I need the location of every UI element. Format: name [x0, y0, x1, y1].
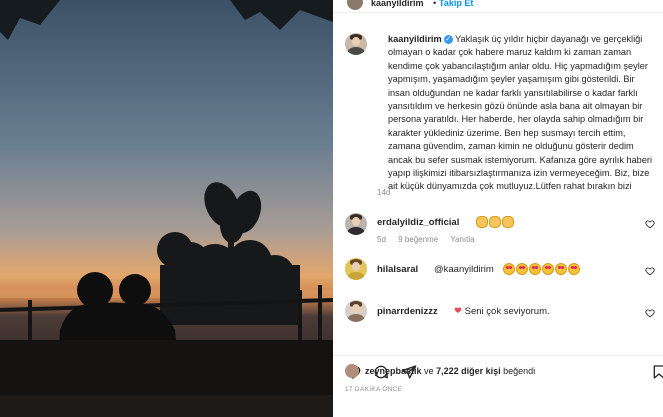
- comment-emojis: [503, 263, 581, 276]
- sunset-photo-illustration: [0, 0, 333, 417]
- comment-username[interactable]: erdalyildiz_official: [377, 217, 459, 228]
- posted-time[interactable]: 17 DAKİKA ÖNCE: [345, 386, 402, 393]
- comment-meta: 5d 9 beğenme Yanıtla: [377, 235, 485, 244]
- liked-connector: ve: [424, 366, 434, 376]
- clapping-hands-emoji-icon: [489, 216, 501, 228]
- post-caption: kaanyildirim ✓ Yaklaşık üç yıldır hiçbir …: [388, 33, 658, 194]
- comment-avatar[interactable]: [345, 258, 367, 280]
- comment-emojis: [476, 216, 515, 229]
- post-header: kaanyildirim • Takip Et: [333, 0, 663, 13]
- comment-avatar[interactable]: [345, 300, 367, 322]
- caption-text: Yaklaşık üç yıldır hiçbir dayanağı ve ge…: [388, 34, 653, 192]
- comment-like-icon[interactable]: [645, 219, 655, 229]
- comment-likes[interactable]: 9 beğenme: [398, 235, 438, 244]
- reply-button[interactable]: Yanıtla: [450, 235, 474, 244]
- comment-text: Seni çok seviyorum.: [464, 306, 550, 317]
- heart-eyes-emoji-icon: [503, 263, 515, 275]
- heart-eyes-emoji-icon: [516, 263, 528, 275]
- liker-avatar[interactable]: [345, 364, 359, 378]
- caption-time[interactable]: 14d: [377, 188, 390, 197]
- comment-text-wrapper: Seni çok seviyorum.: [451, 306, 550, 317]
- comment-item: pinarrdenizzz Seni çok seviyorum.: [333, 300, 663, 340]
- follow-button[interactable]: Takip Et: [439, 0, 473, 8]
- liked-suffix: beğendi: [503, 366, 536, 376]
- heart-eyes-emoji-icon: [555, 263, 567, 275]
- post-photo[interactable]: [0, 0, 333, 417]
- comment-like-icon[interactable]: [645, 266, 655, 276]
- comment-username[interactable]: hilalsaral: [377, 264, 418, 275]
- liked-by-row: zeynepbastik ve 7,222 diğer kişi beğendi: [345, 364, 663, 380]
- comment-avatar[interactable]: [345, 213, 367, 235]
- comment-item: erdalyildiz_official 5d 9 beğenme Yanıtl…: [333, 213, 663, 253]
- verified-badge-icon: ✓: [443, 35, 453, 45]
- post-detail-panel: kaanyildirim • Takip Et kaanyildirim ✓ Ya…: [333, 0, 663, 417]
- separator-dot: •: [433, 0, 437, 8]
- liked-others-count[interactable]: 7,222 diğer kişi: [436, 366, 501, 376]
- liker-username[interactable]: zeynepbastik: [365, 366, 422, 376]
- heart-eyes-emoji-icon: [529, 263, 541, 275]
- comment-like-icon[interactable]: [645, 308, 655, 318]
- header-username[interactable]: kaanyildirim: [371, 0, 424, 8]
- clapping-hands-emoji-icon: [476, 216, 488, 228]
- comment-time[interactable]: 5d: [377, 235, 386, 244]
- comment-item: hilalsaral @kaanyildirim: [333, 258, 663, 298]
- comment-mention[interactable]: @kaanyildirim: [434, 264, 494, 275]
- header-avatar[interactable]: [347, 0, 363, 10]
- caption-username[interactable]: kaanyildirim: [388, 34, 442, 44]
- caption-avatar[interactable]: [345, 33, 367, 55]
- red-heart-emoji-icon: [454, 307, 462, 314]
- heart-eyes-emoji-icon: [568, 263, 580, 275]
- liked-by-text: zeynepbastik ve 7,222 diğer kişi beğendi: [365, 366, 535, 376]
- comment-username[interactable]: pinarrdenizzz: [377, 306, 438, 317]
- clapping-hands-emoji-icon: [502, 216, 514, 228]
- heart-eyes-emoji-icon: [542, 263, 554, 275]
